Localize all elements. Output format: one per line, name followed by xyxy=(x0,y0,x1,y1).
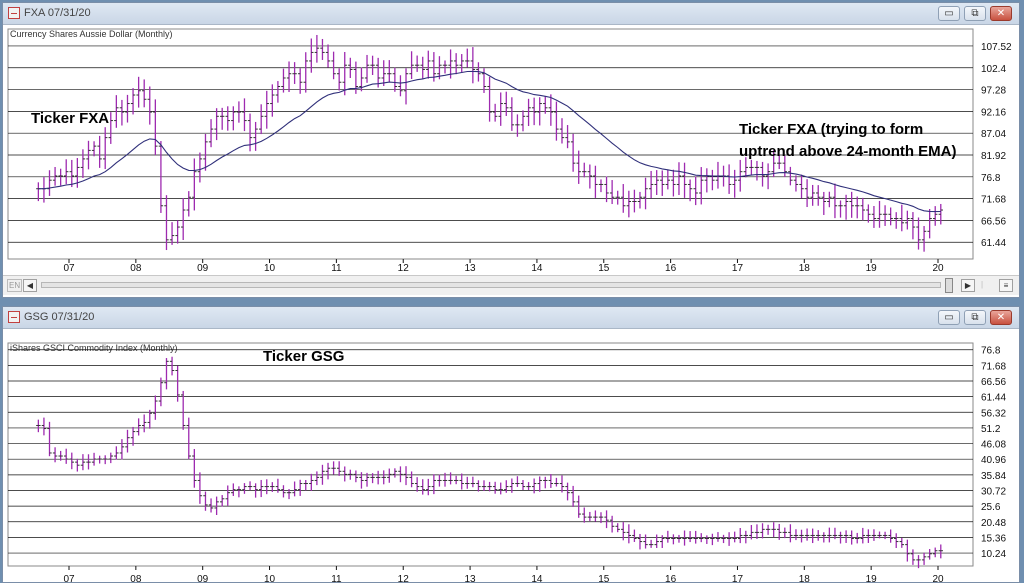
gsg-chart-window: GSG 07/31/20 ▭ ⧉ ✕ iShares GSCI Commodit… xyxy=(2,306,1020,583)
restore-button[interactable]: ⧉ xyxy=(964,310,986,325)
y-tick-label: 102.4 xyxy=(981,64,1006,75)
fxa-titlebar[interactable]: FXA 07/31/20 ▭ ⧉ ✕ xyxy=(3,3,1019,25)
x-tick-label: 14 xyxy=(531,574,543,583)
x-tick-label: 16 xyxy=(665,263,677,274)
y-tick-label: 81.92 xyxy=(981,151,1006,162)
close-button[interactable]: ✕ xyxy=(990,6,1012,21)
scroll-right-button[interactable]: ▶ xyxy=(961,279,975,292)
y-tick-label: 76.8 xyxy=(981,173,1001,184)
y-tick-label: 71.68 xyxy=(981,195,1006,206)
restore-button[interactable]: ⧉ xyxy=(964,6,986,21)
x-tick-label: 10 xyxy=(264,263,276,274)
y-tick-label: 87.04 xyxy=(981,129,1006,140)
chart-annotation: Ticker FXA (trying to form xyxy=(739,121,923,138)
chart-subtitle: iShares GSCI Commodity Index (Monthly) xyxy=(10,343,178,353)
x-tick-label: 07 xyxy=(63,574,75,583)
scroll-track[interactable] xyxy=(41,282,941,288)
chart-annotation: Ticker FXA xyxy=(31,110,109,127)
y-tick-label: 46.08 xyxy=(981,440,1006,451)
x-tick-label: 19 xyxy=(866,263,878,274)
x-tick-label: 17 xyxy=(732,263,744,274)
chart-app-icon xyxy=(8,311,20,323)
chart-subtitle: Currency Shares Aussie Dollar (Monthly) xyxy=(10,29,173,39)
y-tick-label: 76.8 xyxy=(981,346,1001,357)
minimize-button[interactable]: ▭ xyxy=(938,6,960,21)
horizontal-scrollbar[interactable]: EN ◀ ▶ | ≡ xyxy=(3,275,1019,295)
chart-annotation: uptrend above 24-month EMA) xyxy=(739,143,957,160)
chart-app-icon xyxy=(8,7,20,19)
x-tick-label: 12 xyxy=(398,574,410,583)
x-tick-label: 16 xyxy=(665,574,677,583)
y-tick-label: 15.36 xyxy=(981,533,1006,544)
close-button[interactable]: ✕ xyxy=(990,310,1012,325)
y-tick-label: 71.68 xyxy=(981,361,1006,372)
y-tick-label: 97.28 xyxy=(981,86,1006,97)
y-tick-label: 56.32 xyxy=(981,408,1006,419)
plot-area xyxy=(7,342,974,567)
x-tick-label: 18 xyxy=(799,263,811,274)
gsg-titlebar[interactable]: GSG 07/31/20 ▭ ⧉ ✕ xyxy=(3,307,1019,329)
y-tick-label: 92.16 xyxy=(981,107,1006,118)
y-tick-label: 61.44 xyxy=(981,238,1006,249)
y-tick-label: 40.96 xyxy=(981,455,1006,466)
y-tick-label: 61.44 xyxy=(981,393,1006,404)
x-tick-label: 11 xyxy=(331,574,342,583)
x-tick-label: 08 xyxy=(130,263,142,274)
y-tick-label: 66.56 xyxy=(981,216,1006,227)
x-tick-label: 13 xyxy=(465,263,477,274)
scroll-thumb[interactable] xyxy=(945,278,953,293)
y-tick-label: 25.6 xyxy=(981,502,1001,513)
x-tick-label: 13 xyxy=(465,574,477,583)
y-tick-label: 51.2 xyxy=(981,424,1001,435)
window-title: FXA 07/31/20 xyxy=(24,7,91,19)
x-tick-label: 09 xyxy=(197,263,209,274)
fxa-chart-window: FXA 07/31/20 ▭ ⧉ ✕ Currency Shares Aussi… xyxy=(2,2,1020,298)
chart-annotation: Ticker GSG xyxy=(263,348,344,365)
y-tick-label: 20.48 xyxy=(981,518,1006,529)
x-tick-label: 11 xyxy=(331,263,342,274)
scroll-separator: | xyxy=(980,280,984,289)
x-tick-label: 17 xyxy=(732,574,744,583)
y-tick-label: 10.24 xyxy=(981,549,1006,560)
x-tick-label: 20 xyxy=(932,574,944,583)
x-tick-label: 10 xyxy=(264,574,276,583)
y-tick-label: 107.52 xyxy=(981,42,1012,53)
y-tick-label: 35.84 xyxy=(981,471,1006,482)
scroll-left-button[interactable]: ◀ xyxy=(23,279,37,292)
language-indicator: EN xyxy=(7,279,23,292)
x-tick-label: 12 xyxy=(398,263,410,274)
minimize-button[interactable]: ▭ xyxy=(938,310,960,325)
x-tick-label: 14 xyxy=(531,263,543,274)
x-tick-label: 15 xyxy=(598,263,610,274)
x-tick-label: 19 xyxy=(866,574,878,583)
window-title: GSG 07/31/20 xyxy=(24,311,95,323)
y-tick-label: 66.56 xyxy=(981,377,1006,388)
gsg-price-chart: iShares GSCI Commodity Index (Monthly) 76… xyxy=(7,342,1006,583)
y-tick-label: 30.72 xyxy=(981,486,1006,497)
x-tick-label: 09 xyxy=(197,574,209,583)
menu-lines-icon[interactable]: ≡ xyxy=(999,279,1013,292)
x-tick-label: 07 xyxy=(63,263,75,274)
x-tick-label: 20 xyxy=(932,263,944,274)
x-tick-label: 15 xyxy=(598,574,610,583)
x-tick-label: 08 xyxy=(130,574,142,583)
x-tick-label: 18 xyxy=(799,574,811,583)
fxa-price-chart: Currency Shares Aussie Dollar (Monthly) 1… xyxy=(7,28,1012,274)
